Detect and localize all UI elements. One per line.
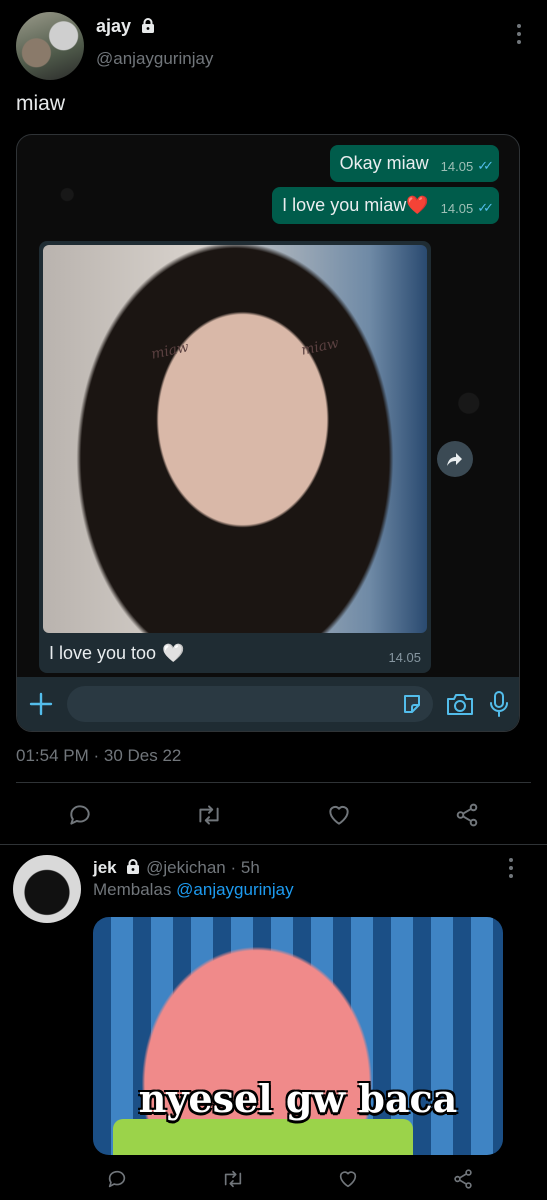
tweet-text: miaw bbox=[16, 92, 66, 115]
replying-to-label: Membalas bbox=[93, 880, 172, 899]
reply-actions bbox=[60, 1164, 520, 1194]
chat-message: I love you miaw❤️ 14.05 ✓✓ bbox=[272, 187, 499, 224]
double-check-icon: ✓✓ bbox=[477, 158, 494, 173]
share-icon[interactable] bbox=[452, 1168, 474, 1190]
chat-composer-bar bbox=[17, 677, 519, 731]
more-options-icon[interactable] bbox=[508, 858, 514, 878]
double-check-icon: ✓✓ bbox=[477, 200, 494, 215]
chat-message-text: Okay miaw bbox=[339, 153, 429, 173]
chat-message-content: I love you miaw❤️ bbox=[282, 195, 428, 216]
heart-emoji: ❤️ bbox=[406, 195, 429, 215]
plus-icon bbox=[29, 692, 53, 716]
forward-icon bbox=[437, 441, 473, 477]
reply-header: jek @jekichan · 5h bbox=[93, 858, 260, 878]
reply-gif-image[interactable]: nyesel gw baca bbox=[93, 917, 503, 1155]
chat-image-time: 14.05 bbox=[388, 650, 421, 665]
lock-icon bbox=[127, 859, 140, 874]
tweet-actions bbox=[16, 797, 531, 833]
chat-message-time: 14.05 bbox=[440, 158, 474, 174]
chat-message-text: I love you miaw bbox=[282, 195, 407, 215]
reply-author-name[interactable]: jek bbox=[93, 858, 117, 877]
chat-photo: miaw miaw bbox=[43, 245, 427, 633]
retweet-icon[interactable] bbox=[195, 802, 223, 828]
author-avatar[interactable] bbox=[16, 12, 84, 80]
chat-message: Okay miaw 14.05 ✓✓ bbox=[329, 145, 499, 182]
tweet-media-image[interactable]: Okay miaw 14.05 ✓✓ I love you miaw❤️ 14.… bbox=[16, 134, 520, 732]
chat-message-meta: 14.05 ✓✓ bbox=[440, 200, 494, 216]
like-icon[interactable] bbox=[326, 802, 352, 828]
reply-icon[interactable] bbox=[106, 1168, 128, 1190]
chat-input-field bbox=[67, 686, 433, 722]
reply-icon[interactable] bbox=[67, 802, 93, 828]
author-name-row[interactable]: ajay bbox=[96, 16, 156, 37]
tweet-timestamp[interactable]: 01:54 PM · 30 Des 22 bbox=[16, 746, 181, 766]
like-icon[interactable] bbox=[337, 1168, 359, 1190]
photo-doodle-text: miaw bbox=[149, 339, 191, 363]
chat-message-time: 14.05 bbox=[440, 200, 474, 216]
divider bbox=[0, 844, 547, 845]
gif-caption: nyesel gw baca bbox=[138, 1076, 458, 1121]
chat-image-caption: I love you too 🤍 bbox=[43, 643, 427, 664]
author-handle[interactable]: @anjaygurinjay bbox=[96, 49, 213, 69]
microphone-icon bbox=[490, 691, 508, 717]
share-icon[interactable] bbox=[454, 802, 480, 828]
chat-image-message: miaw miaw I love you too 🤍 14.05 bbox=[39, 241, 431, 673]
author-name[interactable]: ajay bbox=[96, 16, 131, 36]
chat-image-caption-text: I love you too bbox=[49, 643, 157, 663]
chat-message-meta: 14.05 ✓✓ bbox=[440, 158, 494, 174]
retweet-icon[interactable] bbox=[221, 1168, 245, 1190]
sticker-icon bbox=[404, 695, 420, 713]
divider bbox=[16, 782, 531, 783]
reply-time[interactable]: · 5h bbox=[230, 858, 259, 877]
lock-icon bbox=[141, 18, 154, 33]
gif-figure-pants bbox=[113, 1119, 413, 1155]
white-heart-emoji: 🤍 bbox=[162, 643, 185, 663]
reply-author-avatar[interactable] bbox=[13, 855, 81, 923]
replying-to-handle[interactable]: @anjaygurinjay bbox=[176, 880, 293, 899]
more-options-icon[interactable] bbox=[516, 24, 522, 44]
reply-author-handle[interactable]: @jekichan bbox=[146, 858, 226, 877]
photo-doodle-text: miaw bbox=[299, 335, 341, 359]
replying-to: Membalas @anjaygurinjay bbox=[93, 880, 294, 900]
camera-icon bbox=[447, 694, 473, 715]
